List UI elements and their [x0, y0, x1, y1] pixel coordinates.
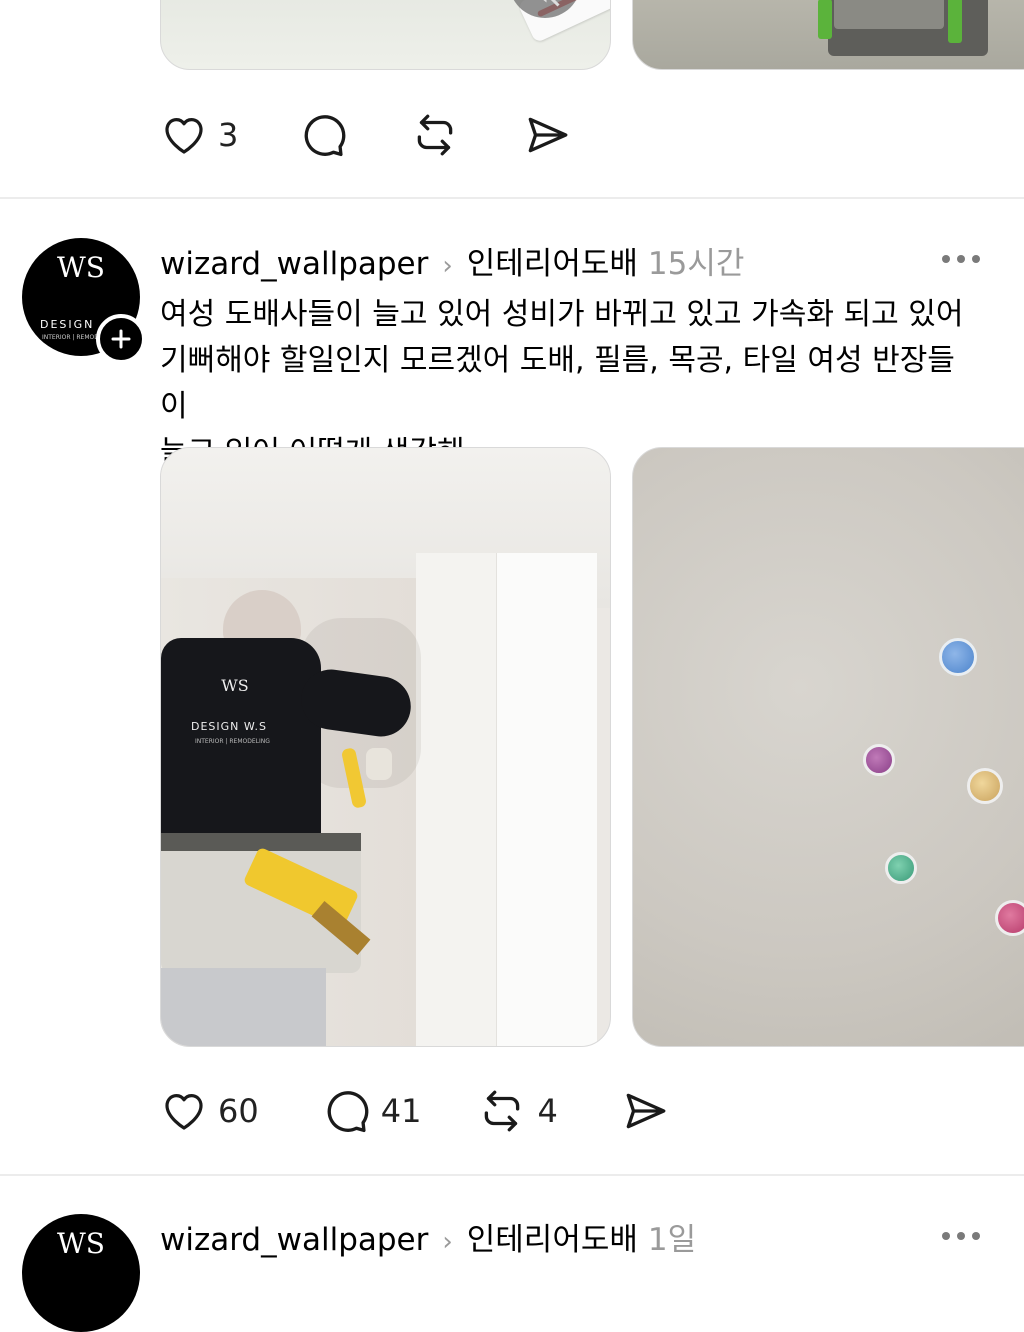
- mute-icon: [543, 0, 560, 7]
- shirt-logo: WS: [221, 676, 249, 695]
- chevron-right-icon: ›: [442, 251, 453, 281]
- more-dots-icon: [942, 255, 950, 263]
- worker-glove: [366, 748, 392, 780]
- column: [416, 553, 496, 1046]
- avatar[interactable]: WS: [22, 1214, 140, 1332]
- share-button[interactable]: [620, 1086, 670, 1136]
- post1-actions: 3: [160, 110, 572, 160]
- like-count: 3: [218, 116, 239, 154]
- heart-icon: [165, 118, 203, 154]
- topic-tag[interactable]: 인테리어도배: [467, 238, 638, 283]
- blue-pin: [939, 638, 977, 676]
- post1-media-1[interactable]: [160, 0, 611, 70]
- avatar-brand: DESIGN: [40, 318, 95, 331]
- pink-pin: [995, 900, 1024, 936]
- more-button[interactable]: [942, 1232, 980, 1240]
- post-header: wizard_wallpaper › 인테리어도배 15시간: [160, 238, 744, 283]
- more-dot: [972, 1232, 980, 1240]
- comment-button[interactable]: 41: [321, 1086, 422, 1136]
- share-button[interactable]: [522, 110, 572, 160]
- comment-icon: [327, 1091, 369, 1133]
- more-button[interactable]: [942, 255, 980, 263]
- comment-icon: [304, 115, 346, 157]
- post-time: 15시간: [647, 246, 745, 282]
- post-divider: [0, 1174, 1024, 1176]
- shirt-sub: INTERIOR | REMODELING: [195, 738, 270, 745]
- send-icon: [626, 1093, 666, 1129]
- post-text-line: 기뻐해야 할일인지 모르겠어 도배, 필름, 목공, 타일 여성 반장들이: [160, 343, 955, 424]
- post-photo-1[interactable]: WS DESIGN W.S INTERIOR | REMODELING: [160, 447, 611, 1047]
- repost-icon: [485, 1090, 520, 1132]
- like-button[interactable]: 3: [160, 111, 238, 159]
- repost-count: 4: [537, 1092, 558, 1130]
- comment-count: 41: [380, 1092, 422, 1130]
- like-button[interactable]: 60: [160, 1087, 259, 1135]
- worker-torso: WS DESIGN W.S INTERIOR | REMODELING: [161, 638, 321, 848]
- follow-button[interactable]: [96, 314, 146, 364]
- post-header: wizard_wallpaper › 인테리어도배 1일: [160, 1214, 696, 1259]
- username[interactable]: wizard_wallpaper: [160, 246, 428, 282]
- repost-button[interactable]: [410, 110, 460, 160]
- repost-icon: [418, 114, 453, 156]
- more-dot: [972, 255, 980, 263]
- shirt-text: DESIGN W.S: [191, 720, 267, 733]
- green-pin: [885, 852, 917, 884]
- comment-button[interactable]: [298, 110, 348, 160]
- send-icon: [529, 117, 568, 153]
- topic-tag[interactable]: 인테리어도배: [467, 1214, 638, 1259]
- avatar-logo: WS: [57, 251, 105, 284]
- post-divider: [0, 197, 1024, 199]
- purple-pin: [863, 744, 895, 776]
- post1-media-2[interactable]: [632, 0, 1024, 70]
- avatar-logo: WS: [57, 1227, 105, 1260]
- like-count: 60: [218, 1092, 259, 1130]
- post-time: 1일: [647, 1222, 697, 1258]
- post-photo-2[interactable]: [632, 447, 1024, 1047]
- worker-pants: [161, 968, 326, 1046]
- more-dot: [957, 1232, 965, 1240]
- repost-button[interactable]: 4: [477, 1086, 558, 1136]
- post-text-line: 여성 도배사들이 늘고 있어 성비가 바뀌고 있고 가속화 되고 있어: [160, 297, 964, 332]
- more-dot: [957, 255, 965, 263]
- more-dots-icon: [942, 1232, 950, 1240]
- heart-icon: [165, 1094, 203, 1130]
- column-right: [496, 553, 597, 1046]
- gold-pin: [967, 768, 1003, 804]
- post2-actions: 60 41 4: [160, 1086, 670, 1136]
- plus-icon: [111, 329, 131, 349]
- equipment-image: [818, 0, 988, 56]
